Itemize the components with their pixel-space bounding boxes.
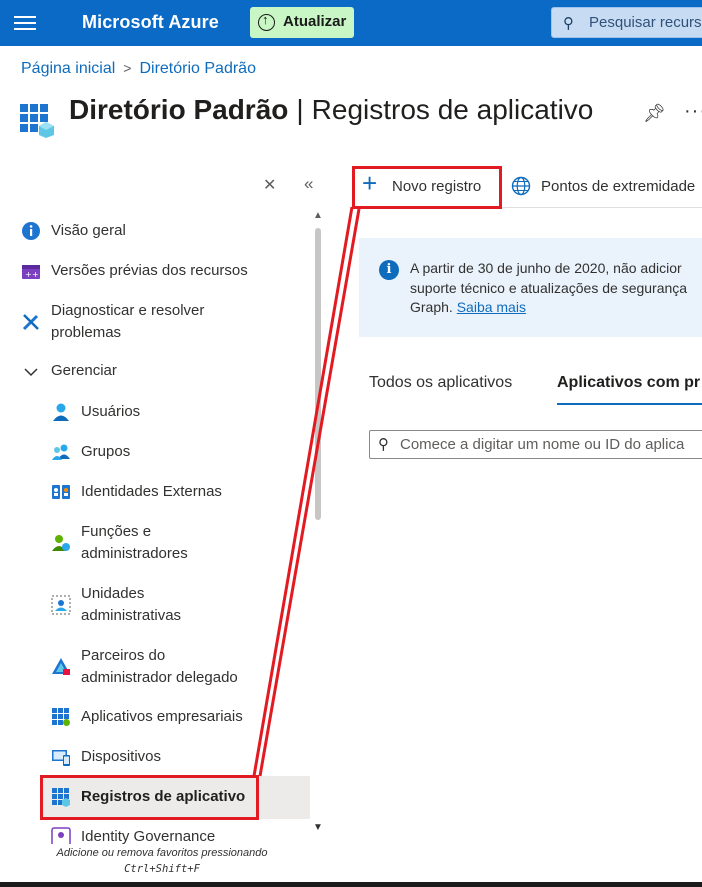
annotation-line-right (258, 208, 361, 777)
annotation-connector-lines (252, 206, 361, 777)
bottom-edge (0, 882, 702, 887)
annotation-line-left (252, 206, 354, 777)
